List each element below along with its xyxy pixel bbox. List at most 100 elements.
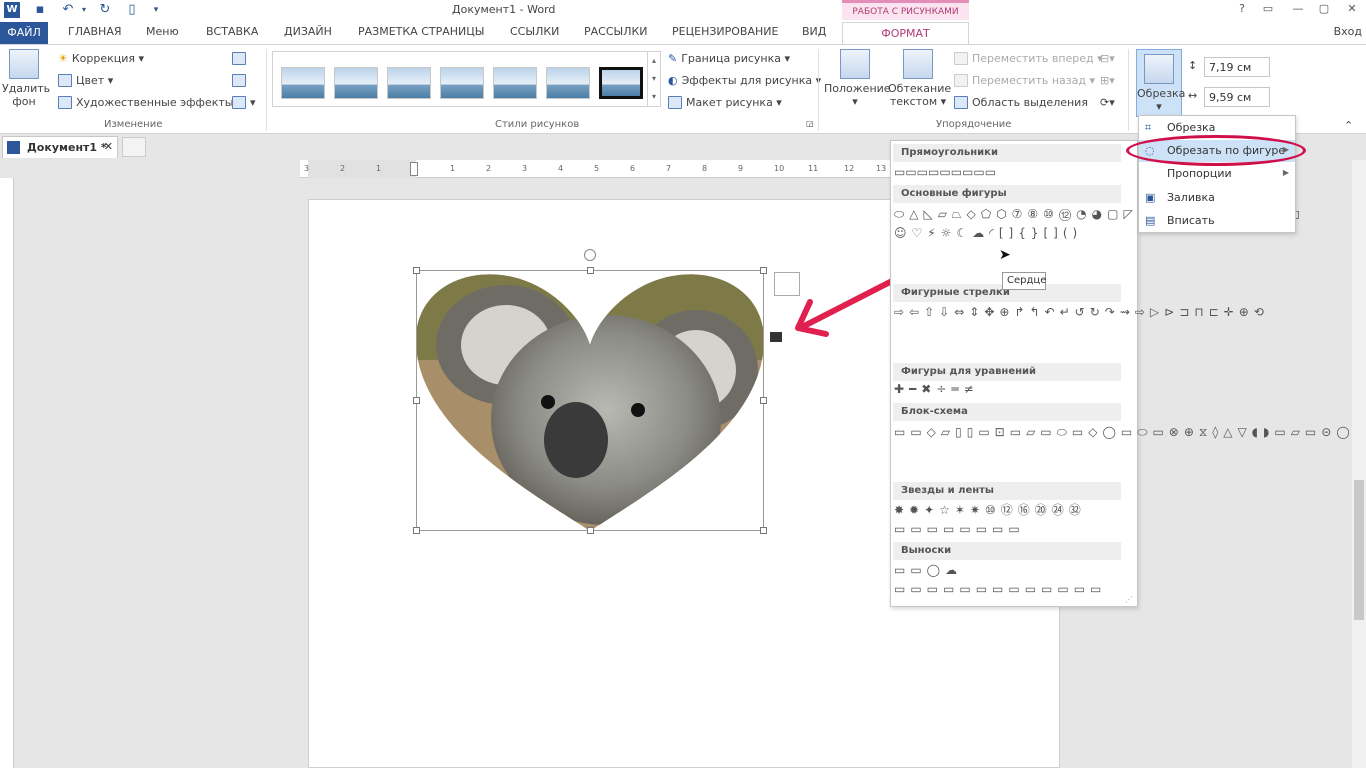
picture-style-thumb[interactable] (387, 67, 431, 99)
scrollbar-thumb[interactable] (1354, 480, 1364, 620)
resize-handle[interactable] (587, 267, 594, 274)
picture-style-thumb-selected[interactable] (599, 67, 643, 99)
ruler-label: 2 (486, 164, 492, 173)
tab-references[interactable]: ССЫЛКИ (510, 25, 559, 38)
bring-forward-button[interactable]: Переместить вперед ▾ (954, 52, 1103, 65)
tab-file[interactable]: ФАЙЛ (0, 22, 48, 44)
close-tab-icon[interactable]: ✕ (104, 140, 113, 153)
ruler-label: 3 (522, 164, 528, 173)
picture-effects-button[interactable]: ◐ Эффекты для рисунка ▾ (668, 74, 821, 87)
customize-qat-icon[interactable]: ▾ (148, 2, 164, 18)
dialog-launcher-icon[interactable]: ◲ (806, 119, 814, 128)
group-separator (1128, 49, 1129, 131)
correction-button[interactable]: ☀ Коррекция ▾ (58, 52, 144, 65)
picture-style-thumb[interactable] (440, 67, 484, 99)
maximize-button[interactable]: ▢ (1316, 2, 1332, 16)
menu-item-fill[interactable]: ▣ Заливка (1139, 187, 1295, 209)
resize-handle[interactable] (413, 397, 420, 404)
redo-icon[interactable]: ↻ (97, 2, 113, 18)
picture-style-thumb[interactable] (281, 67, 325, 99)
rotate-handle-icon[interactable] (584, 249, 596, 261)
picture-style-thumb[interactable] (493, 67, 537, 99)
picture-style-thumb[interactable] (334, 67, 378, 99)
tab-design[interactable]: ДИЗАЙН (284, 25, 332, 38)
color-button[interactable]: Цвет ▾ (58, 74, 113, 87)
compress-pictures-button[interactable] (232, 52, 246, 65)
resize-handle[interactable] (760, 527, 767, 534)
resize-grip-icon[interactable]: ⋰ (1125, 595, 1133, 604)
undo-dropdown-icon[interactable]: ▾ (76, 2, 92, 18)
bring-forward-label: Переместить вперед ▾ (972, 52, 1103, 65)
document-tab[interactable]: Документ1 * ✕ (2, 136, 118, 158)
shapes-row-callouts[interactable]: ▭▭◯☁▭▭▭▭▭▭▭▭▭▭▭▭▭ (894, 561, 1126, 599)
resize-handle[interactable] (760, 397, 767, 404)
tab-mailings[interactable]: РАССЫЛКИ (584, 25, 648, 38)
group-label-styles: Стили рисунков (495, 119, 580, 130)
picture-layout-button[interactable]: Макет рисунка ▾ (668, 96, 782, 109)
new-document-icon[interactable]: ▯ (124, 2, 140, 18)
shapes-row-stars[interactable]: ✸✹✦☆✶✷⑩⑫⑯⑳㉔㉜▭▭▭▭▭▭▭▭ (894, 501, 1126, 539)
menu-item-fit[interactable]: ▤ Вписать (1139, 210, 1295, 232)
ruler-label: 8 (702, 164, 708, 173)
sign-in-link[interactable]: Вход (1334, 25, 1362, 38)
shapes-row-rectangles[interactable]: ▭▭▭▭▭▭▭▭▭ (894, 165, 1126, 183)
resize-handle[interactable] (413, 527, 420, 534)
ruler-label: 9 (738, 164, 744, 173)
wrap-text-label-1: Обтекание (888, 82, 952, 95)
close-button[interactable]: ✕ (1344, 2, 1360, 16)
width-field[interactable]: 9,59 см (1204, 87, 1270, 107)
group-button[interactable]: ⊞▾ (1100, 74, 1115, 87)
crop-button[interactable]: Обрезка ▾ (1136, 49, 1185, 117)
new-tab-button[interactable] (122, 137, 146, 157)
picture-border-button[interactable]: ✎ Граница рисунка ▾ (668, 52, 790, 65)
shapes-row-equation[interactable]: ✚━✖÷═≠ (894, 382, 1126, 400)
selection-pane-icon (954, 96, 968, 109)
color-label: Цвет ▾ (76, 74, 114, 87)
vertical-scrollbar[interactable] (1352, 160, 1366, 768)
section-callouts: Выноски (893, 542, 1121, 560)
artistic-effects-button[interactable]: Художественные эффекты ▾ (58, 96, 242, 109)
undo-icon[interactable]: ↶ (60, 2, 76, 18)
tab-home[interactable]: ГЛАВНАЯ (68, 25, 122, 38)
group-label-arrange: Упорядочение (936, 119, 1012, 130)
minimize-button[interactable]: — (1290, 2, 1306, 16)
tab-format[interactable]: ФОРМАТ (842, 22, 969, 45)
tab-menu[interactable]: Меню (146, 25, 179, 38)
align-button[interactable]: ⊟▾ (1100, 52, 1115, 65)
collapse-ribbon-icon[interactable]: ⌃ (1344, 119, 1353, 132)
crop-dropdown-menu: ⌗ Обрезка ◌ Обрезать по фигуре ▶ Пропорц… (1138, 115, 1296, 233)
document-tab-label: Документ1 * (27, 141, 107, 154)
picture-tools-context-label: РАБОТА С РИСУНКАМИ (842, 0, 969, 22)
help-button[interactable]: ? (1234, 2, 1250, 16)
selection-pane-button[interactable]: Область выделения (954, 96, 1088, 109)
shapes-row-flowchart[interactable]: ▭▭◇▱▯▯▭⊡▭▱▭⬭▭◇◯▭⬭▭⊗⊕⧖◊△▽◖◗▭▱▭⊝◯ (894, 423, 1350, 481)
resize-handle[interactable] (413, 267, 420, 274)
tab-view[interactable]: ВИД (802, 25, 826, 38)
rotate-button[interactable]: ⟳▾ (1100, 96, 1115, 109)
ribbon-display-button[interactable]: ▭ (1260, 2, 1276, 16)
remove-background-button[interactable]: Удалить фон (2, 49, 50, 108)
shapes-row-basic[interactable]: ⬭△◺▱⏢◇⬠⬡⑦⑧⑩⑫◔◕▢◸◿⌒◠▱▭◧◫◎⊘⌓◻☺♡⚡☼☾☁◜[]{}[]… (894, 205, 1300, 279)
change-picture-button[interactable] (232, 74, 246, 87)
tab-insert[interactable]: ВСТАВКА (206, 25, 258, 38)
reset-picture-button[interactable]: ▾ (232, 96, 256, 109)
gallery-scroll[interactable]: ▴ ▾ ▾ (648, 51, 661, 107)
word-icon: W (4, 2, 20, 18)
tab-review[interactable]: РЕЦЕНЗИРОВАНИЕ (672, 25, 778, 38)
shapes-row-arrows[interactable]: ⇨⇦⇧⇩⇔⇕✥⊕↱↰↶↵↺↻↷⇝⇨▷⊳⊐⊓⊏✛⊕⟲ (894, 303, 1264, 361)
position-button[interactable]: Положение ▾ (824, 49, 891, 108)
save-icon[interactable]: ▪ (32, 2, 48, 18)
send-backward-button[interactable]: Переместить назад ▾ (954, 74, 1095, 87)
picture-style-thumb[interactable] (546, 67, 590, 99)
tab-page-layout[interactable]: РАЗМЕТКА СТРАНИЦЫ (358, 25, 485, 38)
wrap-text-button[interactable]: Обтекание текстом ▾ (888, 49, 952, 108)
ruler-label: 10 (774, 164, 785, 173)
resize-handle[interactable] (760, 267, 767, 274)
picture-effects-label: Эффекты для рисунка ▾ (681, 74, 822, 87)
sun-icon: ☀ (58, 52, 68, 65)
shapes-gallery: Прямоугольники ▭▭▭▭▭▭▭▭▭ Основные фигуры… (890, 140, 1350, 607)
indent-marker[interactable] (410, 162, 418, 176)
resize-handle[interactable] (587, 527, 594, 534)
height-field[interactable]: 7,19 см (1204, 57, 1270, 77)
menu-item-aspect-ratio[interactable]: Пропорции ▶ (1139, 163, 1295, 185)
